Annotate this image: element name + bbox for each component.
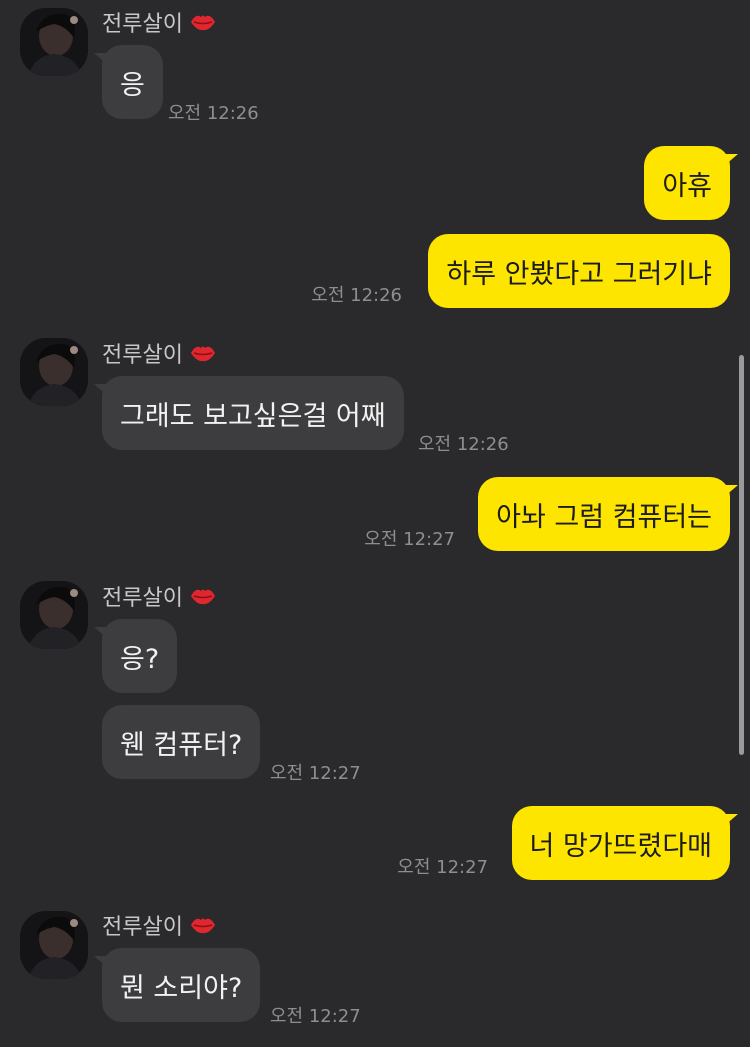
timestamp: 오전 12:27 [397,857,488,878]
avatar[interactable] [20,581,88,649]
sender-name-text: 전루살이 [102,343,183,368]
timestamp: 오전 12:27 [364,529,455,550]
avatar-photo-icon [20,8,88,76]
timestamp: 오전 12:27 [270,1006,361,1027]
kiss-lips-icon [189,584,217,608]
message-text: 아놔 그럼 컴퓨터는 [496,501,712,533]
message-text: 그래도 보고싶은걸 어째 [120,400,386,432]
sender-name: 전루살이 [102,7,217,37]
message-bubble-incoming[interactable]: 뭔 소리야? [93,948,261,1022]
message-text: 뭔 소리야? [120,972,243,1004]
avatar[interactable] [20,338,88,406]
sender-name: 전루살이 [102,581,217,611]
sender-name: 전루살이 [102,910,217,940]
message-bubble-outgoing[interactable]: 아휴 [644,146,738,220]
kiss-lips-icon [189,10,217,34]
chat-room[interactable]: 전루살이 응 오전 12:26 아휴 하루 안봤다고 그러기냐 오전 12:26… [0,0,750,1047]
avatar-photo-icon [20,581,88,649]
message-bubble-outgoing[interactable]: 하루 안봤다고 그러기냐 [428,234,730,308]
kiss-lips-icon [189,913,217,937]
timestamp: 오전 12:26 [168,103,259,124]
sender-name-text: 전루살이 [102,12,183,37]
timestamp: 오전 12:26 [311,285,402,306]
message-bubble-incoming[interactable]: 웬 컴퓨터? [102,705,261,779]
message-bubble-incoming[interactable]: 응 [94,45,163,119]
message-text: 하루 안봤다고 그러기냐 [446,258,712,290]
avatar-photo-icon [20,911,88,979]
scrollbar[interactable] [739,355,744,755]
message-text: 응? [120,643,160,675]
timestamp: 오전 12:26 [418,434,509,455]
message-text: 응 [120,69,145,101]
message-bubble-outgoing[interactable]: 너 망가뜨렸다매 [511,806,739,880]
sender-name: 전루살이 [102,338,217,368]
avatar[interactable] [20,8,88,76]
message-bubble-incoming[interactable]: 그래도 보고싶은걸 어째 [94,376,404,450]
message-text: 웬 컴퓨터? [120,729,243,761]
kiss-lips-icon [189,341,217,365]
sender-name-text: 전루살이 [102,915,183,940]
sender-name-text: 전루살이 [102,586,183,611]
message-text: 아휴 [662,170,712,202]
avatar-photo-icon [20,338,88,406]
message-bubble-incoming[interactable]: 응? [93,619,178,693]
message-bubble-outgoing[interactable]: 아놔 그럼 컴퓨터는 [478,477,738,551]
avatar[interactable] [20,911,88,979]
timestamp: 오전 12:27 [270,763,361,784]
message-text: 너 망가뜨렸다매 [529,830,712,862]
